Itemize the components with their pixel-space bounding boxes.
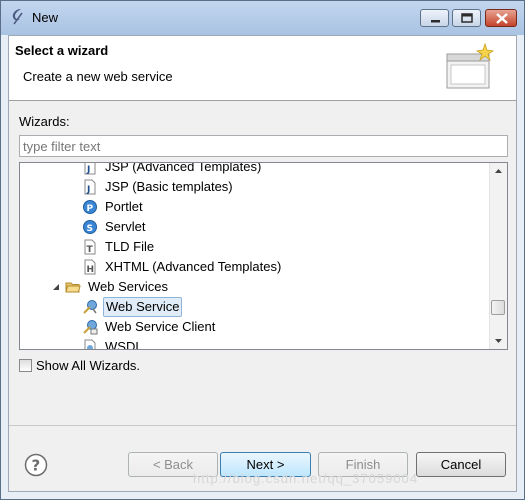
show-all-wizards-label: Show All Wizards. [36, 358, 141, 373]
tree-item-label: JSP (Advanced Templates) [105, 162, 262, 174]
wsdl-file-icon [84, 339, 96, 349]
banner-description: Create a new web service [23, 69, 173, 84]
scroll-up-arrow-icon[interactable] [490, 163, 507, 180]
jsp-file-icon: J [84, 163, 96, 175]
web-service-icon [83, 300, 97, 314]
minimize-icon [431, 20, 440, 23]
wizard-banner: Select a wizard Create a new web service [9, 36, 516, 101]
maximize-icon [461, 13, 473, 23]
xhtml-file-icon: H [84, 259, 96, 275]
show-all-wizards-checkbox[interactable] [19, 359, 32, 372]
web-service-client-icon [83, 320, 98, 335]
cancel-button[interactable]: Cancel [416, 452, 506, 477]
help-icon[interactable]: ? [24, 453, 48, 477]
close-icon [496, 13, 508, 24]
filter-input[interactable] [20, 136, 496, 156]
title-bar[interactable]: New [1, 1, 524, 35]
portlet-icon: P [83, 200, 97, 214]
button-bar-separator [9, 425, 516, 426]
maximize-button[interactable] [452, 9, 481, 27]
svg-text:T: T [87, 245, 94, 255]
servlet-icon: S [83, 220, 97, 234]
svg-text:J: J [86, 165, 90, 175]
folder-open-icon [65, 282, 81, 293]
window-title: New [32, 10, 59, 25]
tree-item-label: WSDL [105, 339, 143, 350]
tree-item-label: Web Services [88, 279, 168, 294]
tld-file-icon: T [84, 239, 96, 255]
wizard-banner-icon [446, 42, 495, 89]
minimize-button[interactable] [420, 9, 449, 27]
svg-text:S: S [87, 224, 93, 234]
new-wizard-window: New Select a wizard Create a new web ser… [0, 0, 525, 500]
expanded-arrow-icon[interactable] [52, 283, 60, 291]
scroll-down-arrow-icon[interactable] [490, 332, 507, 349]
tree-item-label: Web Service [103, 297, 183, 317]
tree-item-label: Portlet [105, 199, 143, 214]
filter-field[interactable] [19, 135, 508, 157]
watermark-text: http://blog.csdn.net/qq_37059004 [193, 471, 418, 486]
svg-text:?: ? [32, 457, 41, 475]
tree-item-label: XHTML (Advanced Templates) [105, 259, 282, 274]
wizard-tree[interactable]: J JSP (Advanced Templates) J JSP (Basic … [19, 162, 508, 350]
dialog-content: Select a wizard Create a new web service… [8, 35, 517, 492]
tree-vertical-scrollbar[interactable] [489, 163, 507, 349]
wizards-label: Wizards: [19, 114, 70, 129]
eclipse-app-icon [12, 9, 23, 25]
banner-title: Select a wizard [15, 43, 109, 58]
tree-item-label: Web Service Client [105, 319, 216, 334]
jsp-file-icon: J [84, 179, 96, 195]
scrollbar-thumb[interactable] [491, 300, 505, 315]
close-button[interactable] [485, 9, 517, 27]
tree-item-label: TLD File [105, 239, 155, 254]
tree-item-label: Servlet [105, 219, 146, 234]
svg-text:P: P [87, 204, 94, 214]
svg-text:H: H [87, 265, 95, 275]
svg-text:J: J [86, 185, 90, 195]
tree-item-label: JSP (Basic templates) [105, 179, 233, 194]
